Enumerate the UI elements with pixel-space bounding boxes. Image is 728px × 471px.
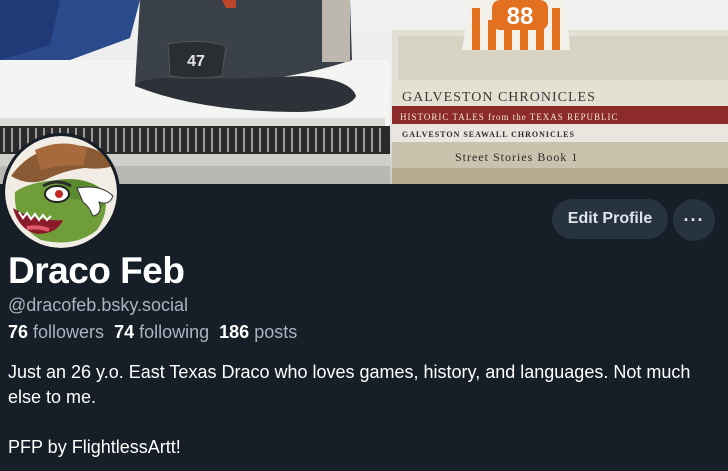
book-title-1: GALVESTON CHRONICLES xyxy=(402,90,596,105)
book-title-3: GALVESTON SEAWALL CHRONICLES xyxy=(402,130,575,139)
bio-line-2: PFP by FlightlessArtt! xyxy=(8,437,181,457)
posts-stat: 186 posts xyxy=(219,322,297,343)
sign-number-text: 88 xyxy=(507,3,534,30)
followers-count: 76 xyxy=(8,322,29,342)
more-options-button[interactable]: ··· xyxy=(673,199,715,241)
book-title-4: Street Stories Book 1 xyxy=(455,150,578,164)
display-name: Draco Feb xyxy=(8,250,185,291)
posts-count: 186 xyxy=(219,322,250,342)
bio-line-1: Just an 26 y.o. East Texas Draco who lov… xyxy=(8,362,691,407)
profile-stats: 76 followers 74 following 186 posts xyxy=(8,322,297,343)
following-link[interactable]: 74 following xyxy=(114,322,209,343)
edit-profile-button[interactable]: Edit Profile xyxy=(552,199,668,239)
more-dots-icon: ··· xyxy=(683,209,705,230)
cap-badge-text: 47 xyxy=(187,53,205,70)
followers-link[interactable]: 76 followers xyxy=(8,322,104,343)
followers-label: followers xyxy=(33,322,105,342)
book-title-2: HISTORIC TALES from the TEXAS REPUBLIC xyxy=(400,112,619,122)
avatar[interactable] xyxy=(2,133,120,251)
banner-image[interactable]: 47 GALVESTON CHRONICLES HISTORIC TALES f… xyxy=(0,0,728,184)
following-label: following xyxy=(139,322,210,342)
following-count: 74 xyxy=(114,322,135,342)
handle[interactable]: @dracofeb.bsky.social xyxy=(8,295,188,316)
posts-label: posts xyxy=(254,322,298,342)
bio: Just an 26 y.o. East Texas Draco who lov… xyxy=(8,360,720,460)
